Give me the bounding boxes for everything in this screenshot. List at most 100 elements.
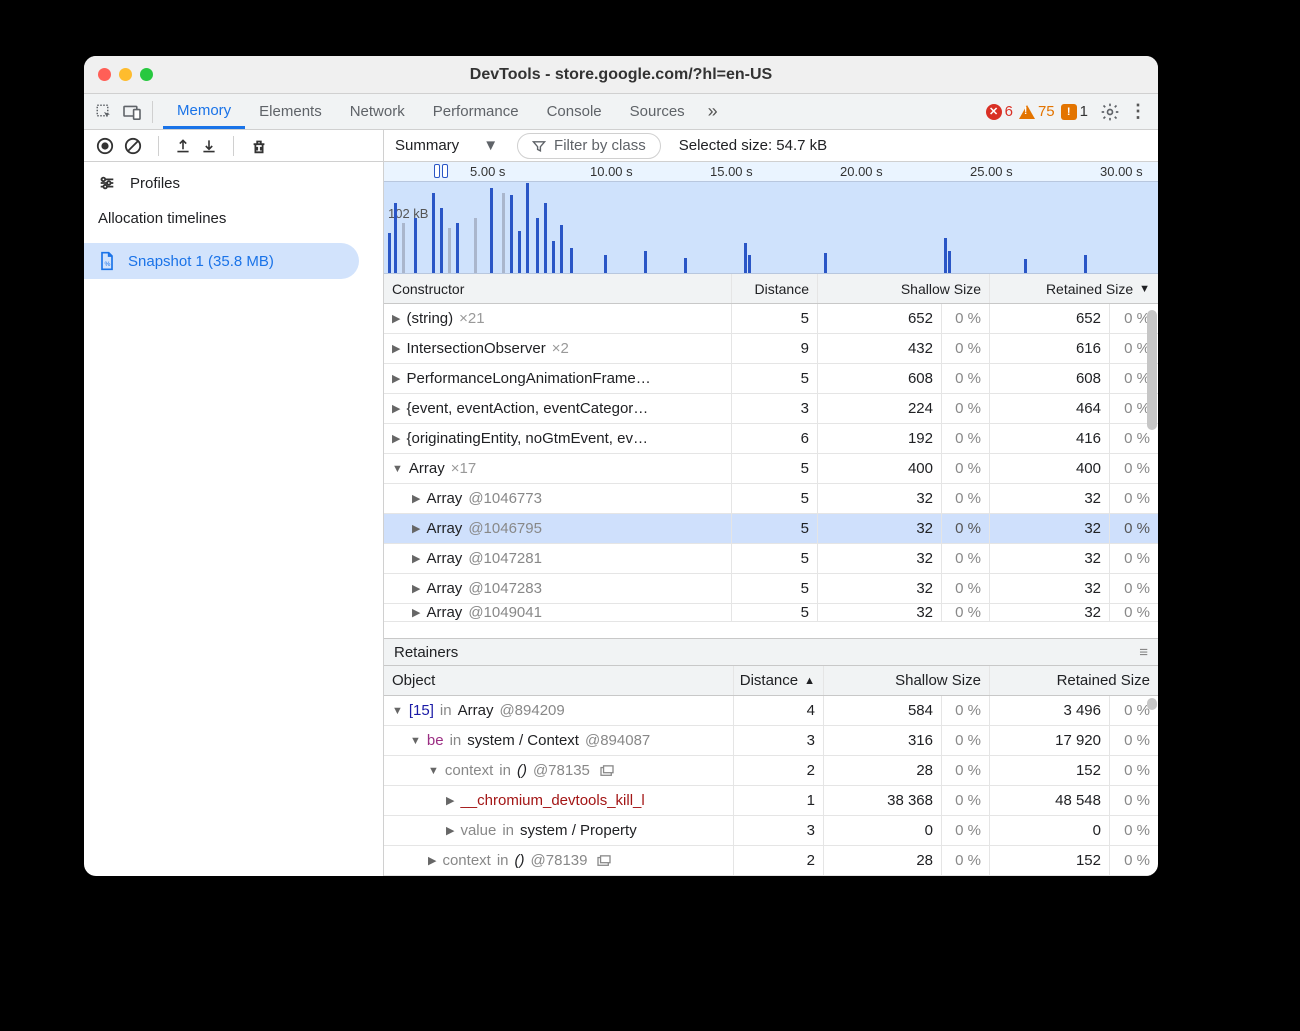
caret-down-icon[interactable]: ▼ bbox=[410, 735, 421, 747]
heap-toolbar: Summary ▼ Filter by class Selected size:… bbox=[384, 130, 1158, 162]
tab-console[interactable]: Console bbox=[533, 94, 616, 129]
timeline-tick: 25.00 s bbox=[970, 164, 1013, 179]
sort-asc-icon: ▲ bbox=[804, 675, 815, 687]
snapshot-item[interactable]: % Snapshot 1 (35.8 MB) bbox=[84, 243, 359, 279]
constructor-row[interactable]: ▶(string) ×2156520 %6520 % bbox=[384, 304, 1158, 334]
constructors-header[interactable]: Constructor Distance Shallow Size Retain… bbox=[384, 274, 1158, 304]
inspect-icon[interactable] bbox=[90, 103, 118, 121]
constructor-row[interactable]: ▶Array @10472815320 %320 % bbox=[384, 544, 1158, 574]
col-retained-ret[interactable]: Retained Size bbox=[990, 666, 1158, 695]
tab-memory[interactable]: Memory bbox=[163, 94, 245, 129]
caret-right-icon[interactable]: ▶ bbox=[412, 522, 420, 535]
save-icon[interactable] bbox=[201, 138, 217, 154]
tab-elements[interactable]: Elements bbox=[245, 94, 336, 129]
caret-down-icon[interactable]: ▼ bbox=[392, 705, 403, 717]
retainer-row[interactable]: ▶value in system / Property300 %00 % bbox=[384, 816, 1158, 846]
caret-right-icon[interactable]: ▶ bbox=[392, 402, 400, 415]
zoom-icon[interactable] bbox=[140, 68, 153, 81]
retainers-menu-icon[interactable]: ≡ bbox=[1139, 644, 1148, 661]
close-icon[interactable] bbox=[98, 68, 111, 81]
constructor-row[interactable]: ▶Array @10467735320 %320 % bbox=[384, 484, 1158, 514]
allocation-timeline[interactable]: 5.00 s 10.00 s 15.00 s 20.00 s 25.00 s 30.00 … bbox=[384, 162, 1158, 274]
caret-right-icon[interactable]: ▶ bbox=[392, 342, 400, 355]
retainers-columns[interactable]: Object Distance▲ Shallow Size Retained S… bbox=[384, 666, 1158, 696]
col-shallow[interactable]: Shallow Size bbox=[818, 274, 990, 303]
minimize-icon[interactable] bbox=[119, 68, 132, 81]
col-object[interactable]: Object bbox=[384, 666, 734, 695]
device-toggle-icon[interactable] bbox=[118, 104, 146, 120]
caret-right-icon[interactable]: ▶ bbox=[412, 552, 420, 565]
caret-down-icon[interactable]: ▼ bbox=[428, 765, 439, 777]
timeline-tick: 15.00 s bbox=[710, 164, 753, 179]
col-retained[interactable]: Retained Size▼ bbox=[990, 274, 1158, 303]
main-panel: Summary ▼ Filter by class Selected size:… bbox=[384, 130, 1158, 876]
caret-right-icon[interactable]: ▶ bbox=[446, 824, 454, 837]
retainer-row[interactable]: ▼be in system / Context @89408733160 %17… bbox=[384, 726, 1158, 756]
caret-right-icon[interactable]: ▶ bbox=[392, 312, 400, 325]
load-icon[interactable] bbox=[175, 138, 191, 154]
profiles-header[interactable]: Profiles bbox=[84, 162, 383, 204]
popout-icon[interactable] bbox=[600, 765, 614, 777]
titlebar: DevTools - store.google.com/?hl=en-US bbox=[84, 56, 1158, 94]
view-dropdown[interactable]: Summary ▼ bbox=[394, 136, 499, 155]
svg-text:%: % bbox=[105, 261, 111, 268]
sidebar-toolbar bbox=[84, 130, 383, 162]
constructor-row[interactable]: ▶Array @10490415320 %320 % bbox=[384, 604, 1158, 622]
caret-right-icon[interactable]: ▶ bbox=[412, 606, 420, 619]
constructor-row[interactable]: ▶PerformanceLongAnimationFrame…56080 %60… bbox=[384, 364, 1158, 394]
chevron-down-icon: ▼ bbox=[483, 137, 498, 154]
constructor-row[interactable]: ▶IntersectionObserver ×294320 %6160 % bbox=[384, 334, 1158, 364]
constructor-row[interactable]: ▶{originatingEntity, noGtmEvent, ev…6192… bbox=[384, 424, 1158, 454]
errors-badge[interactable]: ✕6 bbox=[986, 103, 1013, 120]
timeline-tick: 20.00 s bbox=[840, 164, 883, 179]
constructors-table[interactable]: ▶(string) ×2156520 %6520 %▶IntersectionO… bbox=[384, 304, 1158, 638]
timeline-range-handles[interactable] bbox=[434, 162, 458, 182]
popout-icon[interactable] bbox=[597, 855, 611, 867]
devtools-window: DevTools - store.google.com/?hl=en-US Me… bbox=[84, 56, 1158, 876]
col-shallow-ret[interactable]: Shallow Size bbox=[824, 666, 990, 695]
tab-sources[interactable]: Sources bbox=[616, 94, 699, 129]
caret-right-icon[interactable]: ▶ bbox=[446, 794, 454, 807]
constructor-row[interactable]: ▶Array @10467955320 %320 % bbox=[384, 514, 1158, 544]
record-icon[interactable] bbox=[96, 137, 114, 155]
retainers-table[interactable]: ▼[15] in Array @89420945840 %3 4960 %▼be… bbox=[384, 696, 1158, 876]
col-constructor[interactable]: Constructor bbox=[384, 274, 732, 303]
caret-right-icon[interactable]: ▶ bbox=[412, 492, 420, 505]
timeline-tick: 5.00 s bbox=[470, 164, 505, 179]
scrollbar-thumb[interactable] bbox=[1147, 310, 1157, 430]
sidebar: Profiles Allocation timelines % Snapshot… bbox=[84, 130, 384, 876]
window-controls bbox=[98, 68, 153, 81]
selected-size-label: Selected size: 54.7 kB bbox=[679, 137, 827, 154]
class-filter-input[interactable]: Filter by class bbox=[517, 133, 661, 159]
constructor-row[interactable]: ▼Array ×1754000 %4000 % bbox=[384, 454, 1158, 484]
retainer-row[interactable]: ▶context in () @781392280 %1520 % bbox=[384, 846, 1158, 876]
caret-right-icon[interactable]: ▶ bbox=[392, 432, 400, 445]
caret-right-icon[interactable]: ▶ bbox=[392, 372, 400, 385]
warnings-badge[interactable]: 75 bbox=[1019, 103, 1055, 120]
retainer-row[interactable]: ▶__chromium_devtools_kill_l138 3680 %48 … bbox=[384, 786, 1158, 816]
constructor-row[interactable]: ▶{event, eventAction, eventCategor…32240… bbox=[384, 394, 1158, 424]
col-distance-ret[interactable]: Distance▲ bbox=[734, 666, 824, 695]
gc-icon[interactable] bbox=[250, 137, 268, 155]
retainer-row[interactable]: ▼context in () @781352280 %1520 % bbox=[384, 756, 1158, 786]
scrollbar-thumb[interactable] bbox=[1147, 698, 1157, 710]
issues-badge[interactable]: !1 bbox=[1061, 103, 1088, 120]
timeline-tick: 10.00 s bbox=[590, 164, 633, 179]
allocation-timelines-label: Allocation timelines bbox=[84, 204, 383, 233]
sort-desc-icon: ▼ bbox=[1139, 283, 1150, 295]
caret-right-icon[interactable]: ▶ bbox=[428, 854, 436, 867]
snapshot-file-icon: % bbox=[98, 251, 116, 271]
constructor-row[interactable]: ▶Array @10472835320 %320 % bbox=[384, 574, 1158, 604]
caret-right-icon[interactable]: ▶ bbox=[412, 582, 420, 595]
overflow-tabs-icon[interactable]: » bbox=[699, 101, 727, 122]
window-title: DevTools - store.google.com/?hl=en-US bbox=[84, 66, 1158, 84]
settings-icon[interactable] bbox=[1096, 102, 1124, 122]
timeline-tick: 30.00 s bbox=[1100, 164, 1143, 179]
tab-network[interactable]: Network bbox=[336, 94, 419, 129]
tab-performance[interactable]: Performance bbox=[419, 94, 533, 129]
col-distance[interactable]: Distance bbox=[732, 274, 818, 303]
caret-down-icon[interactable]: ▼ bbox=[392, 463, 403, 475]
clear-icon[interactable] bbox=[124, 137, 142, 155]
more-icon[interactable]: ⋮ bbox=[1124, 101, 1152, 122]
retainer-row[interactable]: ▼[15] in Array @89420945840 %3 4960 % bbox=[384, 696, 1158, 726]
